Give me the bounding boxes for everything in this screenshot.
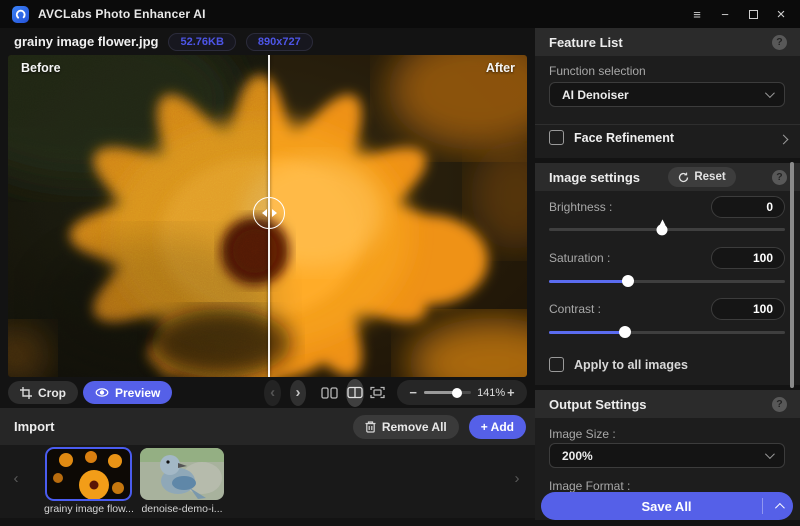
help-icon[interactable]: ? bbox=[772, 397, 787, 412]
strip-scroll-right-icon[interactable]: › bbox=[509, 470, 525, 487]
before-label: Before bbox=[21, 61, 61, 75]
panel-scrollbar[interactable] bbox=[790, 162, 794, 388]
view-toolbar: Crop Preview ‹ › − 141% + bbox=[8, 377, 527, 408]
preview-button[interactable]: Preview bbox=[83, 381, 172, 404]
zoom-slider-handle[interactable] bbox=[452, 388, 462, 398]
reset-icon bbox=[678, 172, 689, 183]
apply-all-checkbox[interactable] bbox=[549, 357, 564, 372]
chevron-right-icon[interactable] bbox=[779, 135, 789, 145]
image-size-dropdown[interactable]: 200% bbox=[549, 443, 785, 468]
brightness-slider-handle[interactable] bbox=[657, 224, 668, 235]
function-selection-dropdown[interactable]: AI Denoiser bbox=[549, 82, 785, 107]
thumbnail-image-flower[interactable] bbox=[46, 448, 131, 500]
previous-image-button[interactable]: ‹ bbox=[264, 380, 280, 406]
before-after-canvas: Before After bbox=[8, 55, 527, 377]
arrow-left-icon bbox=[262, 209, 267, 217]
image-settings-section: Image settings Reset ? Brightness : 0 Sa… bbox=[535, 163, 800, 385]
brightness-slider[interactable] bbox=[549, 222, 785, 236]
function-selection-label: Function selection bbox=[549, 64, 646, 78]
output-settings-section: Output Settings ? Image Size : 200% Imag… bbox=[535, 390, 800, 520]
crop-button[interactable]: Crop bbox=[8, 381, 78, 404]
saturation-slider[interactable] bbox=[549, 274, 785, 288]
zoom-value: 141% bbox=[477, 387, 506, 399]
add-button[interactable]: + Add bbox=[469, 415, 526, 439]
chevron-up-icon[interactable] bbox=[763, 503, 793, 510]
thumbnail-item[interactable]: denoise-demo-i... bbox=[140, 448, 224, 515]
saturation-slider-handle[interactable] bbox=[622, 275, 634, 287]
feature-list-section: Feature List ? Function selection AI Den… bbox=[535, 28, 800, 158]
import-panel: Import Remove All + Add ‹ bbox=[0, 408, 535, 518]
maximize-icon[interactable] bbox=[742, 4, 764, 24]
reset-button[interactable]: Reset bbox=[668, 167, 735, 187]
minimize-icon[interactable]: − bbox=[714, 4, 736, 24]
close-icon[interactable]: × bbox=[770, 4, 792, 24]
chevron-down-icon bbox=[765, 449, 775, 459]
zoom-control: − 141% + bbox=[397, 380, 527, 405]
chevron-down-icon bbox=[765, 88, 775, 98]
fit-screen-icon bbox=[370, 386, 385, 399]
crop-icon bbox=[20, 387, 32, 399]
thumbnail-item[interactable]: grainy image flow... bbox=[44, 448, 132, 515]
zoom-slider[interactable] bbox=[424, 391, 470, 394]
remove-all-button[interactable]: Remove All bbox=[353, 415, 459, 439]
compare-view-icon bbox=[347, 386, 363, 399]
chevron-right-icon: › bbox=[296, 384, 301, 401]
strip-scroll-left-icon[interactable]: ‹ bbox=[8, 470, 24, 487]
compare-slider-handle[interactable] bbox=[253, 197, 285, 229]
split-view-button[interactable] bbox=[321, 386, 338, 400]
saturation-label: Saturation : bbox=[549, 251, 610, 265]
arrow-right-icon bbox=[272, 209, 277, 217]
saturation-value[interactable]: 100 bbox=[711, 247, 785, 269]
window-title: AVCLabs Photo Enhancer AI bbox=[38, 7, 206, 21]
brightness-value[interactable]: 0 bbox=[711, 196, 785, 218]
save-all-button[interactable]: Save All bbox=[541, 492, 793, 520]
fit-screen-button[interactable] bbox=[370, 386, 385, 399]
help-icon[interactable]: ? bbox=[772, 35, 787, 50]
apply-all-row[interactable]: Apply to all images bbox=[549, 357, 688, 372]
file-info-row: grainy image flower.jpg 52.76KB 890x727 bbox=[8, 28, 527, 55]
right-panel: Feature List ? Function selection AI Den… bbox=[535, 28, 800, 520]
zoom-in-button[interactable]: + bbox=[506, 385, 516, 400]
file-size-badge: 52.76KB bbox=[168, 33, 235, 51]
contrast-slider-handle[interactable] bbox=[619, 326, 631, 338]
feature-list-title: Feature List bbox=[549, 35, 623, 50]
thumbnail-strip: ‹ grainy image flow... bbox=[0, 445, 535, 518]
menu-icon[interactable]: ≡ bbox=[686, 4, 708, 24]
after-label: After bbox=[486, 61, 515, 75]
chevron-left-icon: ‹ bbox=[270, 384, 275, 401]
help-icon[interactable]: ? bbox=[772, 170, 787, 185]
thumbnail-label: denoise-demo-i... bbox=[141, 503, 222, 515]
split-view-icon bbox=[321, 386, 338, 400]
trash-icon bbox=[365, 421, 376, 433]
import-header: Import Remove All + Add bbox=[0, 408, 535, 445]
compare-view-button[interactable] bbox=[346, 379, 364, 407]
contrast-slider[interactable] bbox=[549, 325, 785, 339]
file-name: grainy image flower.jpg bbox=[14, 34, 158, 49]
contrast-value[interactable]: 100 bbox=[711, 298, 785, 320]
file-dimensions-badge: 890x727 bbox=[246, 33, 313, 51]
face-refinement-checkbox[interactable] bbox=[549, 130, 564, 145]
app-logo-icon bbox=[12, 6, 29, 23]
output-settings-title: Output Settings bbox=[549, 397, 647, 412]
window-controls: ≡ − × bbox=[686, 4, 800, 24]
next-image-button[interactable]: › bbox=[290, 380, 306, 406]
image-format-label: Image Format : bbox=[549, 479, 630, 493]
import-title: Import bbox=[14, 419, 54, 434]
image-size-label: Image Size : bbox=[549, 427, 616, 441]
eye-icon bbox=[95, 387, 109, 398]
thumbnail-label: grainy image flow... bbox=[44, 503, 132, 515]
app-window: AVCLabs Photo Enhancer AI ≡ − × grainy i… bbox=[0, 0, 800, 526]
face-refinement-row[interactable]: Face Refinement bbox=[549, 130, 674, 145]
thumbnail-image-bird[interactable] bbox=[140, 448, 224, 500]
title-bar: AVCLabs Photo Enhancer AI ≡ − × bbox=[0, 0, 800, 28]
contrast-label: Contrast : bbox=[549, 302, 601, 316]
brightness-label: Brightness : bbox=[549, 200, 612, 214]
image-settings-title: Image settings bbox=[549, 170, 640, 185]
zoom-out-button[interactable]: − bbox=[408, 385, 418, 400]
